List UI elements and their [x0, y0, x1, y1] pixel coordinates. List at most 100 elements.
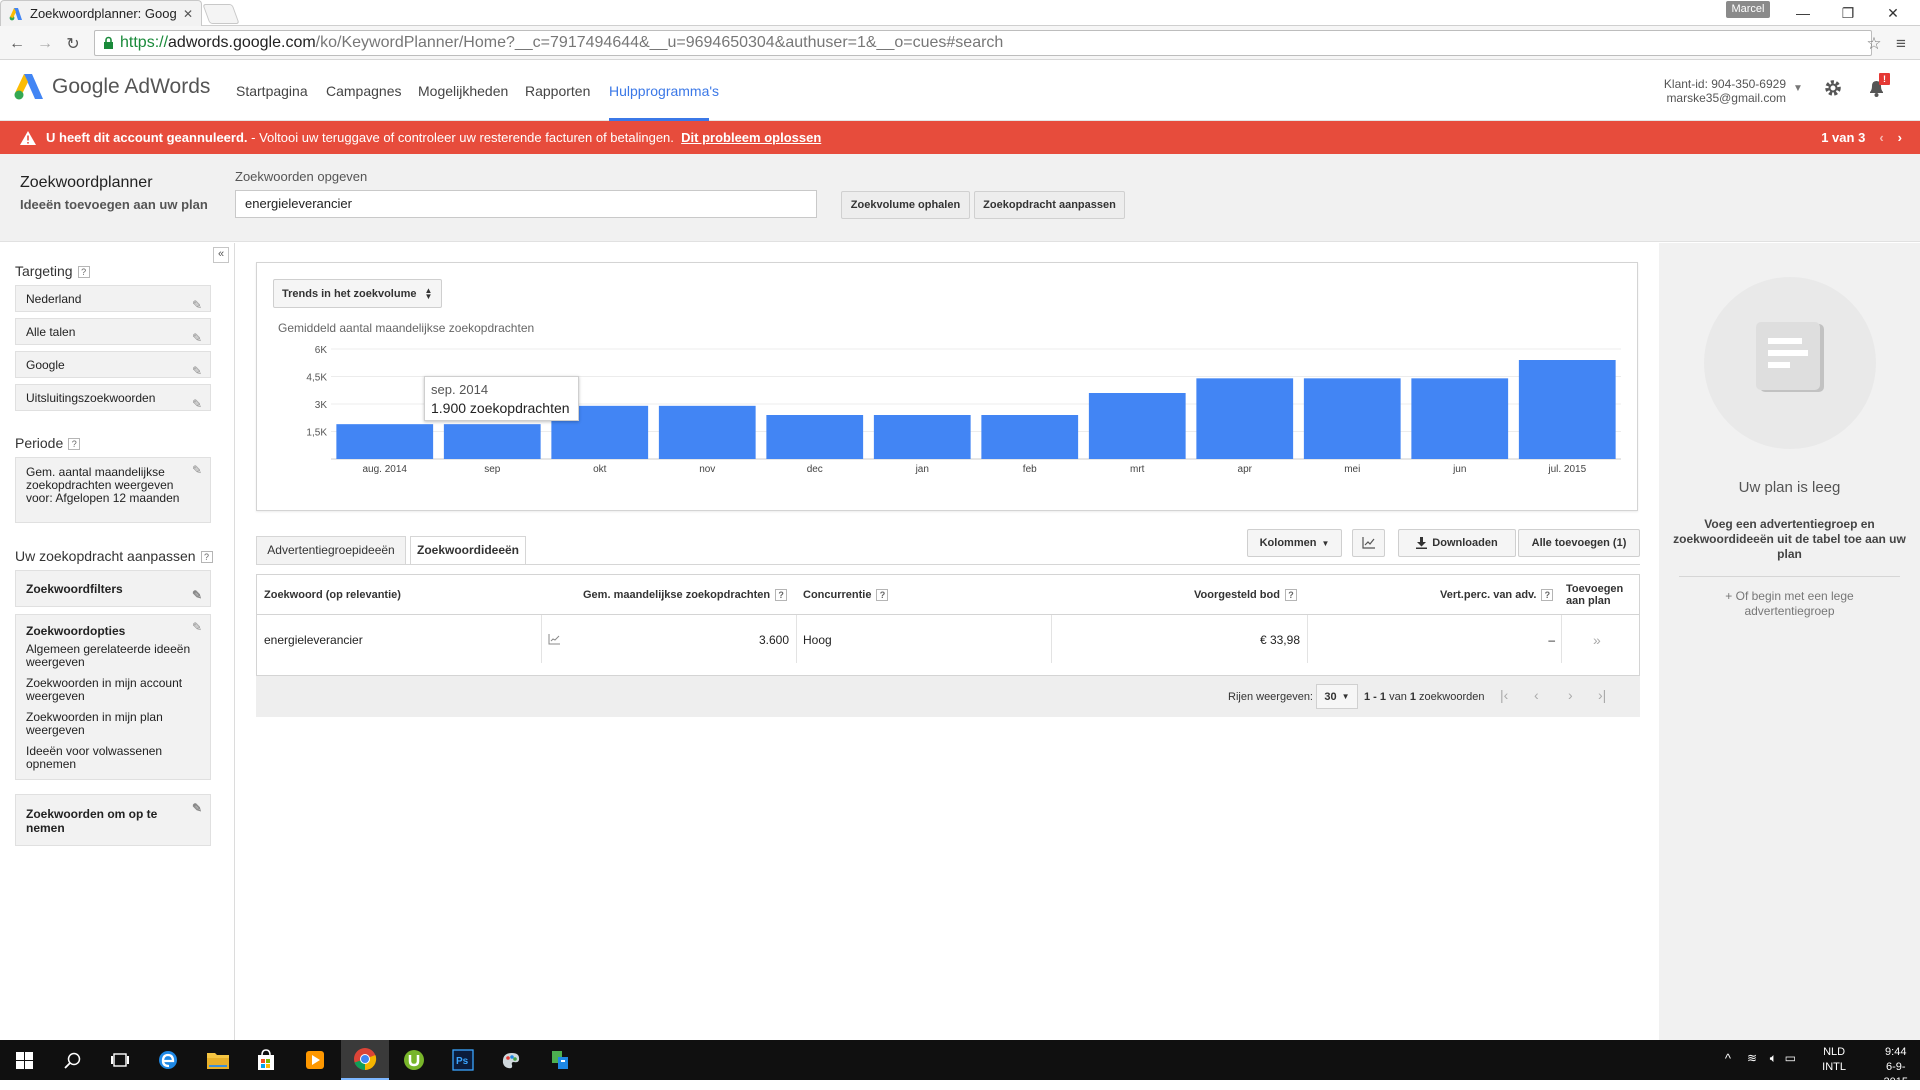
edit-pencil-icon[interactable]: ✎ [192, 577, 202, 614]
next-page-icon[interactable]: › [1568, 687, 1573, 703]
browser-tab[interactable]: Zoekwoordplanner: Goog ✕ [0, 0, 202, 26]
edit-pencil-icon[interactable]: ✎ [192, 464, 202, 477]
edit-pencil-icon[interactable]: ✎ [192, 391, 202, 418]
tray-chevron-icon[interactable]: ^ [1725, 1051, 1731, 1066]
alert-fix-link[interactable]: Dit probleem oplossen [681, 130, 821, 145]
profile-chip[interactable]: Marcel [1726, 1, 1770, 18]
tab-adgroup-ideas[interactable]: Advertentiegroepideeën [256, 536, 406, 565]
notifications-bell-icon[interactable]: ! [1866, 73, 1890, 99]
col-header-impshare[interactable]: Vert.perc. van adv.? [1440, 575, 1554, 615]
columns-button[interactable]: Kolommen ▼ [1247, 529, 1342, 557]
photoshop-icon[interactable]: Ps [439, 1040, 487, 1080]
nav-campagnes[interactable]: Campagnes [326, 61, 402, 121]
windows-start-icon[interactable] [0, 1040, 48, 1080]
edit-pencil-icon[interactable]: ✎ [192, 358, 202, 385]
col-header-competition[interactable]: Concurrentie? [803, 575, 889, 615]
first-page-icon[interactable]: |‹ [1500, 687, 1508, 703]
col-header-keyword[interactable]: Zoekwoord (op relevantie) [264, 575, 401, 615]
alert-next-icon[interactable]: › [1898, 130, 1902, 145]
clock[interactable]: 9:44 6-9-2015 [1884, 1045, 1908, 1090]
targeting-location[interactable]: Nederland ✎ [15, 285, 211, 312]
chart-bar[interactable] [766, 415, 864, 459]
input-language[interactable]: NLD INTL [1822, 1045, 1846, 1075]
media-player-icon[interactable] [291, 1040, 339, 1080]
settings-gear-icon[interactable] [1823, 78, 1843, 98]
file-explorer-icon[interactable] [194, 1040, 242, 1080]
targeting-language[interactable]: Alle talen ✎ [15, 318, 211, 345]
back-button[interactable]: ← [6, 33, 28, 55]
modify-search-button[interactable]: Zoekopdracht aanpassen [974, 191, 1125, 219]
keyword-filters-box[interactable]: Zoekwoordfilters ✎ [15, 570, 211, 607]
new-tab-button[interactable] [202, 4, 240, 24]
store-icon[interactable] [242, 1040, 290, 1080]
prev-page-icon[interactable]: ‹ [1534, 687, 1539, 703]
chart-bar[interactable] [336, 424, 434, 459]
period-box[interactable]: Gem. aantal maandelijkse zoekopdrachten … [15, 457, 211, 523]
keyword-input[interactable]: energieleverancier [235, 190, 817, 218]
keywords-include-box[interactable]: Zoekwoorden om op te nemen ✎ [15, 794, 211, 846]
empty-adgroup-link[interactable]: + Of begin met een lege advertentiegroep [1689, 589, 1890, 619]
col-header-bid[interactable]: Voorgesteld bod? [1194, 575, 1297, 615]
help-icon[interactable]: ? [775, 589, 788, 601]
edit-pencil-icon[interactable]: ✎ [192, 621, 202, 634]
chart-bar[interactable] [1088, 393, 1186, 459]
nav-hulpprogrammas[interactable]: Hulpprogramma's [609, 61, 719, 121]
chart-bar[interactable] [658, 405, 756, 459]
wifi-icon[interactable]: ≋ [1747, 1051, 1757, 1065]
targeting-negatives[interactable]: Uitsluitingszoekwoorden ✎ [15, 384, 211, 411]
minimize-button[interactable]: — [1783, 2, 1823, 24]
help-icon[interactable]: ? [200, 551, 213, 563]
collapse-sidebar-button[interactable]: « [213, 247, 229, 263]
add-to-plan-button[interactable]: » [1593, 617, 1601, 662]
get-volume-button[interactable]: Zoekvolume ophalen [841, 191, 970, 219]
account-dropdown-icon[interactable]: ▼ [1793, 83, 1803, 94]
alert-prev-icon[interactable]: ‹ [1879, 130, 1883, 145]
download-button[interactable]: Downloaden [1398, 529, 1516, 557]
nav-startpagina[interactable]: Startpagina [236, 61, 308, 121]
adwords-logo[interactable]: Google AdWords [14, 73, 210, 101]
help-icon[interactable]: ? [77, 266, 90, 278]
last-page-icon[interactable]: ›| [1598, 687, 1606, 703]
add-all-button[interactable]: Alle toevoegen (1) [1518, 529, 1640, 557]
edge-browser-icon[interactable] [144, 1040, 192, 1080]
trend-chart-icon[interactable] [548, 617, 561, 662]
maximize-button[interactable]: ❐ [1828, 2, 1868, 24]
paint-icon[interactable] [487, 1040, 535, 1080]
bookmark-star-icon[interactable]: ☆ [1863, 33, 1885, 55]
chart-bar[interactable] [1518, 360, 1616, 459]
edit-pencil-icon[interactable]: ✎ [192, 801, 202, 815]
help-icon[interactable]: ? [1284, 589, 1297, 601]
chart-bar[interactable] [1303, 378, 1401, 459]
chart-bar[interactable] [981, 415, 1079, 459]
chart-toggle-button[interactable] [1352, 529, 1385, 557]
close-tab-icon[interactable]: ✕ [183, 7, 193, 21]
col-header-searches[interactable]: Gem. maandelijkse zoekopdrachten? [583, 575, 788, 615]
rows-per-page-select[interactable]: 30 ▼ [1316, 684, 1358, 709]
utorrent-icon[interactable] [390, 1040, 438, 1080]
targeting-network[interactable]: Google ✎ [15, 351, 211, 378]
network-app-icon[interactable] [536, 1040, 584, 1080]
edit-pencil-icon[interactable]: ✎ [192, 292, 202, 319]
chart-bar[interactable] [1411, 378, 1509, 459]
chart-bar[interactable] [443, 424, 541, 459]
tab-keyword-ideas[interactable]: Zoekwoordideeën [410, 536, 526, 565]
url-input[interactable]: https://adwords.google.com/ko/KeywordPla… [94, 30, 1872, 56]
help-icon[interactable]: ? [68, 438, 81, 450]
search-icon[interactable] [48, 1040, 96, 1080]
chart-bar[interactable] [1196, 378, 1294, 459]
forward-button[interactable]: → [34, 33, 56, 55]
nav-mogelijkheden[interactable]: Mogelijkheden [418, 61, 508, 121]
action-center-icon[interactable]: ▭ [1785, 1051, 1796, 1065]
chrome-icon[interactable] [341, 1040, 389, 1080]
account-info[interactable]: Klant-id: 904-350-6929 marske35@gmail.co… [1664, 77, 1786, 105]
window-close-button[interactable]: ✕ [1873, 2, 1913, 24]
help-icon[interactable]: ? [876, 589, 889, 601]
nav-rapporten[interactable]: Rapporten [525, 61, 590, 121]
help-icon[interactable]: ? [1541, 589, 1554, 601]
menu-icon[interactable]: ≡ [1890, 33, 1912, 55]
task-view-icon[interactable] [96, 1040, 144, 1080]
chart-bar[interactable] [873, 415, 971, 459]
keyword-options-box[interactable]: Zoekwoordopties Algemeen gerelateerde id… [15, 614, 211, 780]
chart-type-select[interactable]: Trends in het zoekvolume ▲ ▼ [273, 279, 442, 308]
reload-button[interactable]: ↻ [62, 33, 84, 55]
